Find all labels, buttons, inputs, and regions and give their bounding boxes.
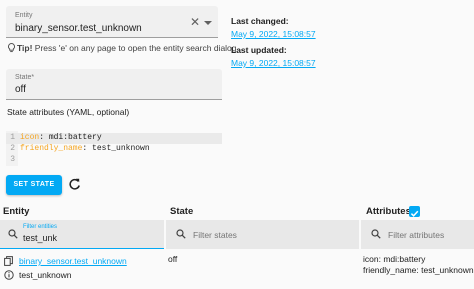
last-updated-label: Last updated: — [231, 45, 287, 55]
yaml-editor[interactable]: 1 icon: mdi:battery 2 friendly_name: test_… — [6, 131, 222, 166]
entity-filter-input[interactable]: Filter entities test_unk — [0, 220, 164, 249]
column-header-attributes[interactable]: Attributes — [366, 206, 411, 217]
last-changed-label: Last changed: — [231, 16, 289, 26]
refresh-icon[interactable] — [68, 178, 81, 191]
check-icon — [410, 210, 419, 217]
tip-message: Press 'e' on any page to open the entity… — [32, 43, 237, 53]
entity-picker[interactable]: Entity binary_sensor.test_unknown ✕ — [6, 6, 218, 38]
last-updated: Last updated: May 9, 2022, 15:08:57 — [231, 45, 316, 68]
attributes-filter-input[interactable]: Filter attributes — [361, 220, 474, 249]
lightbulb-icon — [8, 43, 15, 53]
state-input-label: State* — [15, 74, 35, 81]
entity-filter-label: Filter entities — [23, 224, 58, 230]
last-changed-value: May 9, 2022, 15:08:57 — [231, 29, 316, 39]
entity-picker-label: Entity — [15, 12, 33, 19]
last-changed: Last changed: May 9, 2022, 15:08:57 — [231, 16, 316, 39]
attribute-line: friendly_name: test_unknown — [363, 265, 474, 275]
attribute-line: icon: mdi:battery — [363, 254, 426, 264]
entity-picker-value[interactable]: binary_sensor.test_unknown — [15, 23, 142, 34]
set-state-button[interactable]: SET STATE — [6, 175, 62, 195]
yaml-line[interactable]: 2 friendly_name: test_unknown — [6, 144, 222, 155]
search-icon — [176, 229, 186, 239]
info-icon[interactable] — [4, 270, 14, 280]
attributes-checkbox[interactable] — [409, 206, 420, 217]
tip-text: Tip! Press 'e' on any page to open the e… — [7, 43, 237, 53]
clear-icon[interactable]: ✕ — [190, 16, 200, 28]
attributes-title: State attributes (YAML, optional) — [7, 107, 130, 117]
chevron-down-icon[interactable] — [204, 21, 212, 25]
column-header-state[interactable]: State — [170, 206, 193, 217]
last-updated-value: May 9, 2022, 15:08:57 — [231, 58, 316, 68]
search-icon — [8, 229, 18, 239]
state-filter-placeholder: Filter states — [193, 230, 237, 240]
copy-icon[interactable] — [4, 256, 13, 266]
yaml-line[interactable]: 3 — [6, 155, 222, 166]
attributes-filter-placeholder: Filter attributes — [388, 230, 445, 240]
tip-bold: Tip! — [17, 43, 33, 53]
column-header-entity[interactable]: Entity — [3, 206, 29, 217]
state-input-value[interactable]: off — [15, 84, 26, 95]
search-icon — [371, 229, 381, 239]
entity-id-link[interactable]: binary_sensor.test_unknown — [19, 256, 127, 266]
yaml-line[interactable]: 1 icon: mdi:battery — [6, 133, 222, 144]
state-input[interactable]: State* off — [6, 69, 222, 100]
entity-friendly-name: test_unknown — [19, 270, 72, 280]
state-filter-input[interactable]: Filter states — [166, 220, 359, 249]
state-value: off — [168, 254, 178, 264]
entity-filter-value[interactable]: test_unk — [23, 233, 57, 243]
